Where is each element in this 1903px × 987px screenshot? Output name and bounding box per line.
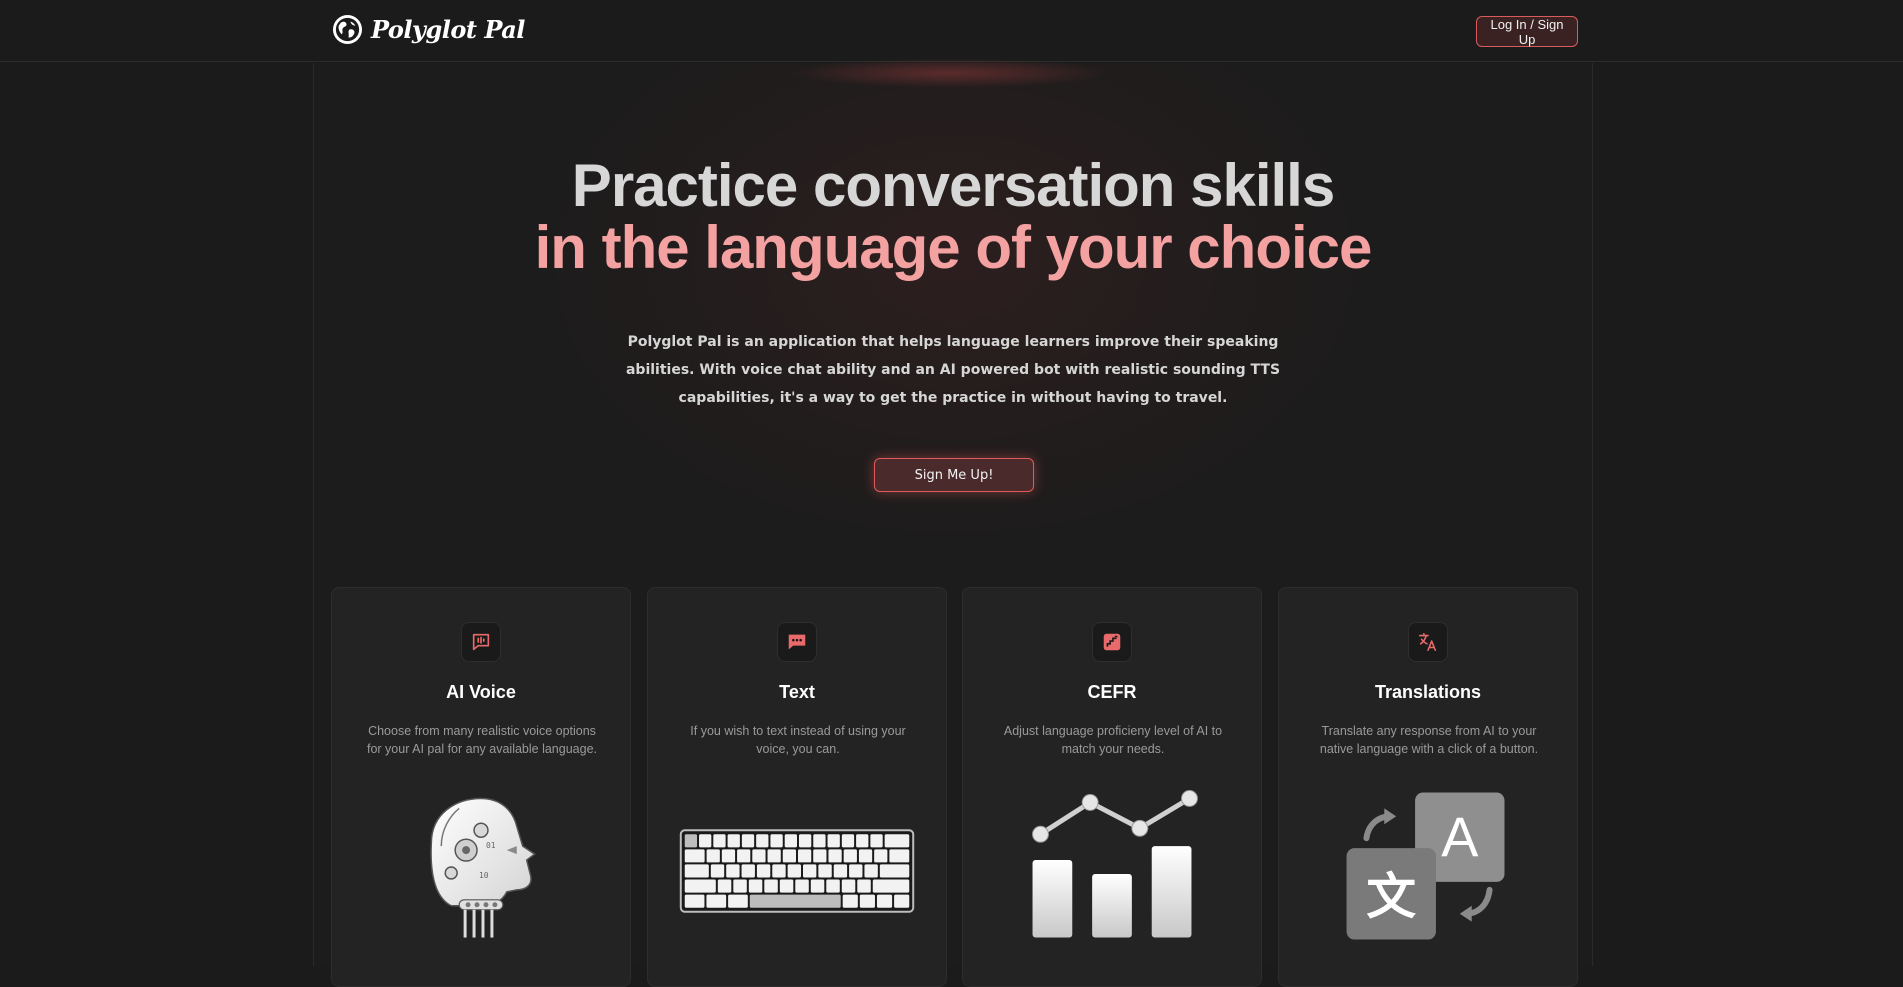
keyboard-key bbox=[889, 849, 910, 863]
keyboard-key bbox=[849, 864, 863, 878]
keyboard-key bbox=[727, 834, 740, 848]
keyboard-key bbox=[782, 849, 797, 863]
keyboard-key bbox=[870, 834, 883, 848]
translate-icon bbox=[1408, 622, 1448, 662]
keyboard-illustration bbox=[679, 829, 915, 913]
keyboard-key bbox=[752, 849, 766, 863]
keyboard-key bbox=[784, 834, 797, 848]
keyboard-key bbox=[684, 879, 716, 893]
feature-card-translations: Translations Translate any response from… bbox=[1278, 587, 1578, 987]
login-signup-button[interactable]: Log In / Sign Up bbox=[1476, 16, 1578, 47]
sign-me-up-button[interactable]: Sign Me Up! bbox=[874, 458, 1034, 492]
keyboard-key bbox=[884, 834, 910, 848]
keyboard-key bbox=[810, 879, 825, 893]
feature-card-text: Text If you wish to text instead of usin… bbox=[647, 587, 947, 987]
bar-chart-illustration bbox=[1032, 790, 1198, 938]
keyboard-key bbox=[859, 894, 875, 908]
keyboard-key bbox=[684, 864, 709, 878]
keyboard-key bbox=[813, 849, 827, 863]
keyboard-key bbox=[767, 849, 781, 863]
feature-description: Translate any response from AI to your n… bbox=[1319, 724, 1539, 756]
svg-text:A: A bbox=[1441, 806, 1478, 868]
keyboard-key bbox=[726, 864, 740, 878]
keyboard-key bbox=[733, 879, 747, 893]
keyboard-key bbox=[779, 879, 794, 893]
keyboard-key bbox=[858, 849, 873, 863]
keyboard-key bbox=[795, 879, 809, 893]
keyboard-key bbox=[828, 849, 842, 863]
keyboard-key bbox=[876, 894, 893, 908]
keyboard-key bbox=[737, 849, 751, 863]
keyboard-key bbox=[684, 834, 698, 848]
top-glow bbox=[790, 58, 1110, 88]
stairs-icon bbox=[1092, 622, 1132, 662]
keyboard-key bbox=[894, 894, 910, 908]
voice-message-icon bbox=[461, 622, 501, 662]
feature-card-cefr: CEFR Adjust language proficieny level of… bbox=[962, 587, 1262, 987]
hero-title-line1: Practice conversation skills bbox=[571, 152, 1335, 219]
keyboard-key bbox=[741, 834, 755, 848]
hero-title: Practice conversation skills in the lang… bbox=[313, 155, 1593, 279]
keyboard-key bbox=[756, 834, 769, 848]
brand-name: Polyglot Pal bbox=[371, 15, 525, 44]
feature-description: Adjust language proficieny level of AI t… bbox=[1003, 724, 1223, 756]
keyboard-key bbox=[872, 879, 910, 893]
brand[interactable]: Polyglot Pal bbox=[332, 14, 525, 45]
keyboard-key bbox=[756, 864, 771, 878]
keyboard-key bbox=[879, 864, 910, 878]
keyboard-key bbox=[770, 834, 783, 848]
robot-head-illustration: 01 10 bbox=[430, 797, 536, 938]
svg-text:10: 10 bbox=[479, 871, 489, 880]
keyboard-key bbox=[857, 879, 871, 893]
feature-title: AI Voice bbox=[446, 682, 516, 702]
keyboard-key bbox=[748, 879, 763, 893]
keyboard-key bbox=[842, 894, 858, 908]
feature-title: Translations bbox=[1374, 682, 1482, 702]
feature-title: CEFR bbox=[1087, 682, 1137, 702]
keyboard-key bbox=[841, 834, 855, 848]
feature-title: Text bbox=[779, 682, 815, 702]
keyboard-key bbox=[749, 894, 841, 908]
feature-card-ai-voice: AI Voice Choose from many realistic voic… bbox=[331, 587, 631, 987]
keyboard-key bbox=[721, 849, 736, 863]
keyboard-key bbox=[787, 864, 802, 878]
svg-text:文: 文 bbox=[1366, 868, 1416, 926]
keyboard-key bbox=[874, 849, 888, 863]
keyboard-key bbox=[699, 834, 712, 848]
keyboard-key bbox=[741, 864, 755, 878]
hero-title-line2: in the language of your choice bbox=[534, 214, 1373, 281]
keyboard-key bbox=[710, 864, 725, 878]
keyboard-key bbox=[826, 879, 840, 893]
keyboard-key bbox=[856, 834, 869, 848]
keyboard-key bbox=[802, 864, 817, 878]
keyboard-key bbox=[717, 879, 732, 893]
keyboard-key bbox=[764, 879, 778, 893]
keyboard-key bbox=[706, 894, 727, 908]
keyboard-key bbox=[797, 849, 812, 863]
keyboard-key bbox=[843, 849, 857, 863]
feature-description: If you wish to text instead of using you… bbox=[690, 724, 906, 756]
keyboard-key bbox=[798, 834, 812, 848]
chat-bubble-icon bbox=[777, 622, 817, 662]
keyboard-key bbox=[772, 864, 786, 878]
keyboard-key bbox=[827, 834, 840, 848]
keyboard-key bbox=[728, 894, 748, 908]
keyboard-key bbox=[818, 864, 832, 878]
feature-description: Choose from many realistic voice options… bbox=[366, 724, 597, 756]
hero-description: Polyglot Pal is an application that help… bbox=[625, 334, 1281, 406]
globe-logo-icon bbox=[332, 14, 363, 45]
keyboard-key bbox=[706, 849, 720, 863]
keyboard-key bbox=[813, 834, 826, 848]
svg-text:01: 01 bbox=[486, 841, 496, 850]
keyboard-key bbox=[841, 879, 856, 893]
translation-illustration: A 文 bbox=[1346, 792, 1505, 940]
keyboard-key bbox=[864, 864, 878, 878]
keyboard-key bbox=[713, 834, 726, 848]
keyboard-key bbox=[684, 849, 705, 863]
keyboard-key bbox=[833, 864, 848, 878]
keyboard-key bbox=[684, 894, 705, 908]
top-navbar: Polyglot Pal Log In / Sign Up bbox=[0, 0, 1903, 62]
